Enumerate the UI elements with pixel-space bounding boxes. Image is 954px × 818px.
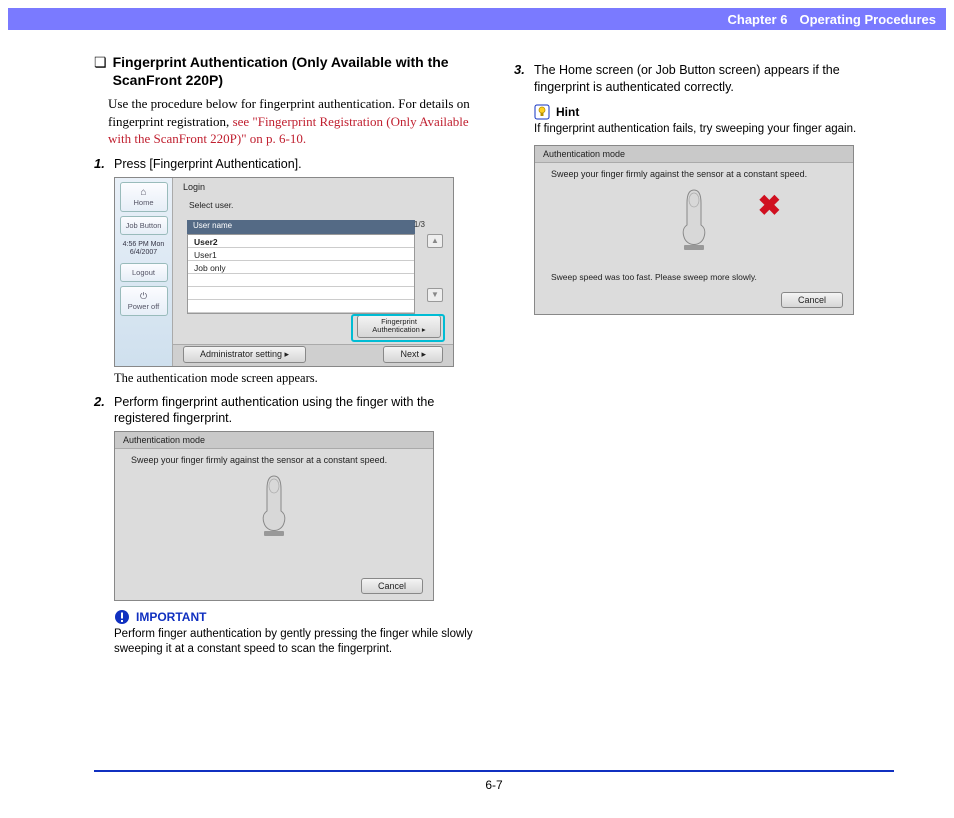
screenshot-auth-mode: Authentication mode Sweep your finger fi… xyxy=(114,431,434,601)
important-icon xyxy=(114,609,130,625)
chapter-number: Chapter 6 xyxy=(727,12,787,27)
finger-icon xyxy=(254,471,294,541)
step-3: 3. The Home screen (or Job Button screen… xyxy=(514,62,894,96)
scroll-down-button[interactable]: ▼ xyxy=(427,288,443,302)
login-title: Login xyxy=(183,182,205,192)
hint-header: Hint xyxy=(534,104,894,120)
screenshot-login: ⌂Home Job Button 4:56 PM Mon 6/4/2007 Lo… xyxy=(114,177,454,367)
important-text: Perform finger authentication by gently … xyxy=(114,627,474,657)
step-2: 2. Perform fingerprint authentication us… xyxy=(94,394,474,428)
error-x-icon: ✖ xyxy=(758,189,781,222)
scroll-controls: ▲ ▼ xyxy=(427,234,443,302)
login-panel: Login Select user. User name 1/3 User2 U… xyxy=(173,178,453,366)
left-column: ❏ Fingerprint Authentication (Only Avail… xyxy=(94,54,474,754)
select-user-label: Select user. xyxy=(189,200,233,210)
power-off-button[interactable]: ⏻Power off xyxy=(120,286,168,316)
right-column: 3. The Home screen (or Job Button screen… xyxy=(514,54,894,754)
error-message: Sweep speed was too fast. Please sweep m… xyxy=(551,272,757,282)
intro-paragraph: Use the procedure below for fingerprint … xyxy=(108,95,474,148)
important-label: IMPORTANT xyxy=(136,610,206,624)
admin-setting-button[interactable]: Administrator setting ▸ xyxy=(183,346,306,363)
next-button[interactable]: Next ▸ xyxy=(383,346,443,363)
step-number: 1. xyxy=(94,156,108,173)
cancel-button[interactable]: Cancel xyxy=(781,292,843,308)
step-1: 1. Press [Fingerprint Authentication]. xyxy=(94,156,474,173)
section-bullet: ❏ xyxy=(94,54,107,89)
home-button[interactable]: ⌂Home xyxy=(120,182,168,212)
list-item xyxy=(188,274,414,287)
section-title: Fingerprint Authentication (Only Availab… xyxy=(113,54,474,89)
hint-text: If fingerprint authentication fails, try… xyxy=(534,122,894,137)
section-heading: ❏ Fingerprint Authentication (Only Avail… xyxy=(94,54,474,89)
user-list[interactable]: User2 User1 Job only xyxy=(187,234,415,314)
scroll-up-button[interactable]: ▲ xyxy=(427,234,443,248)
list-item[interactable]: User2 xyxy=(188,235,414,248)
sidebar: ⌂Home Job Button 4:56 PM Mon 6/4/2007 Lo… xyxy=(115,178,173,366)
step-number: 3. xyxy=(514,62,528,96)
instruction-text: Sweep your finger firmly against the sen… xyxy=(535,163,853,179)
step-text: The Home screen (or Job Button screen) a… xyxy=(534,62,894,96)
job-button[interactable]: Job Button xyxy=(120,216,168,235)
list-item xyxy=(188,287,414,300)
finger-icon xyxy=(674,185,714,255)
instruction-text: Sweep your finger firmly against the sen… xyxy=(115,449,433,465)
important-note-header: IMPORTANT xyxy=(114,609,474,625)
user-column-header: User name xyxy=(187,220,415,234)
page-body: ❏ Fingerprint Authentication (Only Avail… xyxy=(94,54,894,754)
page-number: 6-7 xyxy=(485,778,502,792)
page-footer: 6-7 xyxy=(94,770,894,792)
step-text: Press [Fingerprint Authentication]. xyxy=(114,156,302,173)
screenshot-auth-fail: Authentication mode Sweep your finger fi… xyxy=(534,145,854,315)
chapter-header: Chapter 6 Operating Procedures xyxy=(8,8,946,30)
chapter-title: Operating Procedures xyxy=(799,12,936,27)
step-text: Perform fingerprint authentication using… xyxy=(114,394,474,428)
dialog-title: Authentication mode xyxy=(535,146,853,163)
hint-label: Hint xyxy=(556,105,579,119)
list-item xyxy=(188,300,414,313)
caption: The authentication mode screen appears. xyxy=(114,371,474,386)
hint-icon xyxy=(534,104,550,120)
page-indicator: 1/3 xyxy=(414,220,425,229)
cancel-button[interactable]: Cancel xyxy=(361,578,423,594)
step-number: 2. xyxy=(94,394,108,428)
fingerprint-auth-button[interactable]: Fingerprint Authentication ▸ xyxy=(357,315,441,338)
list-item[interactable]: Job only xyxy=(188,261,414,274)
logout-button[interactable]: Logout xyxy=(120,263,168,282)
dialog-title: Authentication mode xyxy=(115,432,433,449)
list-item[interactable]: User1 xyxy=(188,248,414,261)
clock: 4:56 PM Mon 6/4/2007 xyxy=(118,239,169,260)
